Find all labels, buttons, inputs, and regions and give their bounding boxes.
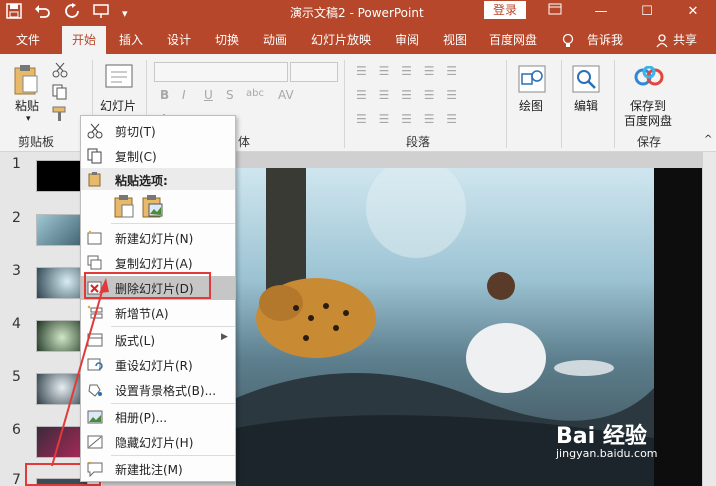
annotation-arrow <box>51 278 109 467</box>
